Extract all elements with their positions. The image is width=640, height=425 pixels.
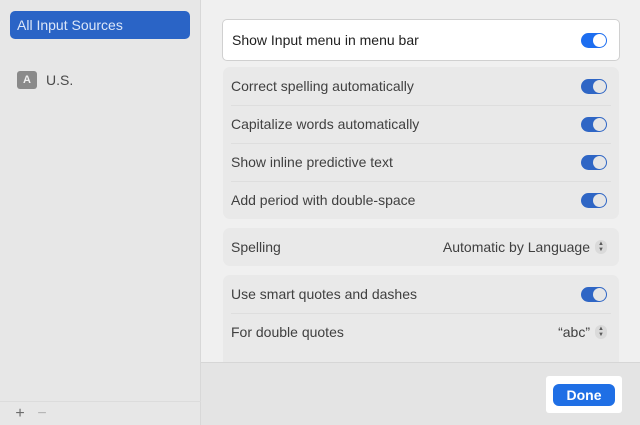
done-button-highlight: Done [546,376,622,413]
sidebar-item-label: U.S. [46,72,74,88]
spelling-value: Automatic by Language [442,239,590,255]
smart-quotes-group: Use smart quotes and dashes For double q… [223,275,619,362]
double-quotes-popup[interactable]: “abc” ▲ ▼ [558,324,607,340]
sheet-footer: Done [201,362,640,425]
add-input-source-button[interactable]: + [9,405,31,423]
settings-panel: Show Input menu in menu bar Correct spel… [201,0,640,425]
sidebar-item-us[interactable]: A U.S. [17,70,73,90]
done-button[interactable]: Done [553,383,615,406]
show-input-menu-row: Show Input menu in menu bar [223,20,619,60]
toggle-knob [593,193,606,207]
smart-quotes-toggle[interactable] [581,286,607,302]
inline-predictive-toggle[interactable] [581,154,607,170]
toggle-knob [593,287,606,301]
smart-quotes-row: Use smart quotes and dashes [223,275,619,313]
popup-arrows-icon: ▲ ▼ [595,240,607,254]
double-quotes-row: For double quotes “abc” ▲ ▼ [223,313,619,351]
spelling-popup[interactable]: Automatic by Language ▲ ▼ [443,239,607,255]
toggle-knob [593,33,606,47]
correct-spelling-label: Correct spelling automatically [231,78,414,94]
remove-input-source-button[interactable]: − [31,405,53,423]
capitalize-words-toggle[interactable] [581,116,607,132]
spelling-row: Spelling Automatic by Language ▲ ▼ [223,228,619,266]
capitalize-words-row: Capitalize words automatically [223,105,619,143]
correct-spelling-row: Correct spelling automatically [223,67,619,105]
popup-arrows-icon: ▲ ▼ [595,325,607,339]
double-quotes-value: “abc” [558,324,590,340]
input-sources-sidebar: All Input Sources A U.S. + − [0,0,201,425]
correct-spelling-toggle[interactable] [581,78,607,94]
show-input-menu-label: Show Input menu in menu bar [232,32,419,48]
capitalize-words-label: Capitalize words automatically [231,116,420,132]
spelling-label: Spelling [231,239,281,255]
show-input-menu-toggle[interactable] [581,32,607,48]
typing-options-group: Correct spelling automatically Capitaliz… [223,67,619,219]
spelling-group: Spelling Automatic by Language ▲ ▼ [223,228,619,266]
keyboard-input-sources-window: All Input Sources A U.S. + − Show Input … [0,0,640,425]
double-quotes-label: For double quotes [231,324,344,340]
inline-predictive-row: Show inline predictive text [223,143,619,181]
sidebar-item-all-input-sources[interactable]: All Input Sources [10,11,190,39]
toggle-knob [593,79,606,93]
keyboard-layout-icon: A [17,71,37,89]
toggle-knob [593,155,606,169]
period-double-space-row: Add period with double-space [223,181,619,219]
sidebar-footer: + − [0,401,201,425]
toggle-knob [593,117,606,131]
smart-quotes-label: Use smart quotes and dashes [231,286,417,302]
period-double-space-toggle[interactable] [581,192,607,208]
period-double-space-label: Add period with double-space [231,192,416,208]
inline-predictive-label: Show inline predictive text [231,154,393,170]
